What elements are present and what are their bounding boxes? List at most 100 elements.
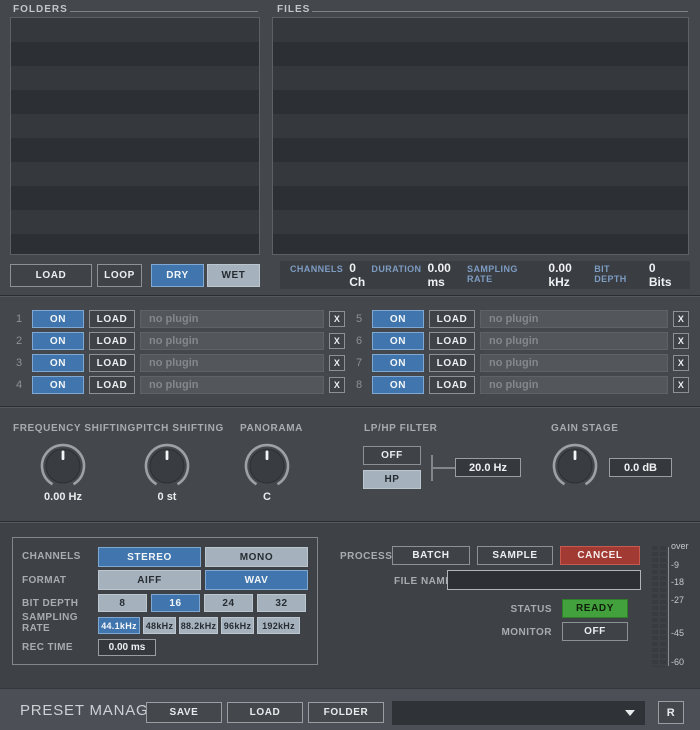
slot-load-button[interactable]: LOAD [429,376,475,394]
slot-on-button[interactable]: ON [372,332,424,350]
sampling-rate-192-button[interactable]: 192kHz [257,617,300,634]
slot-plugin-name[interactable]: no plugin [480,332,668,350]
meter-label-27: -27 [671,595,695,605]
plugin-slot-row-6: 6 ON LOAD no plugin X [352,332,689,350]
plugin-slot-row-2: 2 ON LOAD no plugin X [12,332,345,350]
slot-load-button[interactable]: LOAD [429,332,475,350]
monitor-off-button[interactable]: OFF [562,622,628,641]
slot-remove-button[interactable]: X [329,333,345,349]
frequency-shifting-knob[interactable] [39,442,87,490]
channels-label: CHANNELS [22,551,81,562]
preset-save-button[interactable]: SAVE [146,702,222,723]
slot-on-button[interactable]: ON [32,376,84,394]
folders-heading-rule [70,11,258,12]
sampling-rate-88-button[interactable]: 88.2kHz [179,617,218,634]
slot-plugin-name[interactable]: no plugin [140,376,324,394]
file-name-label: FILE NAME [394,576,452,587]
slot-remove-button[interactable]: X [329,355,345,371]
slot-load-button[interactable]: LOAD [429,310,475,328]
slot-plugin-name[interactable]: no plugin [140,354,324,372]
preset-folder-button[interactable]: FOLDER [308,702,384,723]
process-cancel-button[interactable]: CANCEL [560,546,640,565]
slot-load-button[interactable]: LOAD [89,310,135,328]
slot-plugin-name[interactable]: no plugin [480,376,668,394]
filter-connector-horizontal [433,467,455,469]
slot-plugin-name[interactable]: no plugin [140,332,324,350]
format-aiff-button[interactable]: AIFF [98,570,201,590]
bit-depth-info-value: 0 Bits [649,261,680,289]
rec-time-label: REC TIME [22,642,73,653]
slot-on-button[interactable]: ON [372,376,424,394]
bit-depth-32-button[interactable]: 32 [257,594,306,612]
bit-depth-16-button[interactable]: 16 [151,594,200,612]
pitch-shifting-knob[interactable] [143,442,191,490]
slot-load-button[interactable]: LOAD [89,376,135,394]
sampling-rate-info-label: SAMPLING RATE [467,264,542,284]
preset-load-button[interactable]: LOAD [227,702,303,723]
level-meter-scale-line [668,547,669,666]
load-sample-button[interactable]: LOAD [10,264,92,287]
pitch-shifting-label: PITCH SHIFTING [136,423,224,434]
frequency-shifting-label: FREQUENCY SHIFTING [13,423,136,434]
sampling-rate-96-button[interactable]: 96kHz [221,617,254,634]
preset-select-dropdown[interactable] [392,701,645,725]
process-batch-button[interactable]: BATCH [392,546,470,565]
slot-load-button[interactable]: LOAD [89,332,135,350]
slot-remove-button[interactable]: X [673,311,689,327]
slot-remove-button[interactable]: X [329,311,345,327]
folders-heading: FOLDERS [13,4,68,15]
gain-stage-knob[interactable] [551,442,599,490]
bit-depth-24-button[interactable]: 24 [204,594,253,612]
rec-time-field[interactable]: 0.00 ms [98,639,156,656]
slot-on-button[interactable]: ON [32,310,84,328]
file-name-input[interactable] [447,570,641,590]
section-divider [0,295,700,297]
channels-stereo-button[interactable]: STEREO [98,547,201,567]
gain-value-field[interactable]: 0.0 dB [609,458,672,477]
slot-on-button[interactable]: ON [372,310,424,328]
files-list[interactable] [272,17,689,255]
preset-reset-button[interactable]: R [658,701,684,724]
loop-button[interactable]: LOOP [97,264,142,287]
slot-load-button[interactable]: LOAD [429,354,475,372]
files-heading-rule [312,11,688,12]
slot-plugin-name[interactable]: no plugin [480,310,668,328]
sampling-rate-44-button[interactable]: 44.1kHz [98,617,140,634]
slot-remove-button[interactable]: X [673,333,689,349]
duration-info-value: 0.00 ms [427,261,467,289]
plugin-slot-row-4: 4 ON LOAD no plugin X [12,376,345,394]
slot-on-button[interactable]: ON [32,354,84,372]
meter-label-60: -60 [671,657,695,667]
filter-hp-button[interactable]: HP [363,470,421,489]
status-ready-badge: READY [562,599,628,618]
slot-plugin-name[interactable]: no plugin [140,310,324,328]
wet-toggle-button[interactable]: WET [207,264,260,287]
slot-remove-button[interactable]: X [673,355,689,371]
slot-remove-button[interactable]: X [329,377,345,393]
process-sample-button[interactable]: SAMPLE [477,546,553,565]
level-meter-right-column [660,546,666,667]
slot-on-button[interactable]: ON [32,332,84,350]
folders-list[interactable] [10,17,260,255]
monitor-label: MONITOR [470,627,552,638]
preset-manager-bar: PRESET MANAGER SAVE LOAD FOLDER R [0,688,700,730]
sampling-rate-48-button[interactable]: 48kHz [143,617,176,634]
frequency-shifting-value: 0.00 Hz [23,491,103,503]
slot-load-button[interactable]: LOAD [89,354,135,372]
filter-frequency-field[interactable]: 20.0 Hz [455,458,521,477]
slot-plugin-name[interactable]: no plugin [480,354,668,372]
slot-number: 1 [12,313,26,325]
format-label: FORMAT [22,575,66,586]
slot-number: 2 [12,335,26,347]
filter-off-button[interactable]: OFF [363,446,421,465]
slot-on-button[interactable]: ON [372,354,424,372]
panorama-knob[interactable] [243,442,291,490]
process-label: PROCESS [340,551,392,562]
gain-stage-label: GAIN STAGE [551,423,618,434]
bit-depth-8-button[interactable]: 8 [98,594,147,612]
format-wav-button[interactable]: WAV [205,570,308,590]
slot-remove-button[interactable]: X [673,377,689,393]
dry-toggle-button[interactable]: DRY [151,264,204,287]
meter-label-over: over [671,541,695,551]
channels-mono-button[interactable]: MONO [205,547,308,567]
